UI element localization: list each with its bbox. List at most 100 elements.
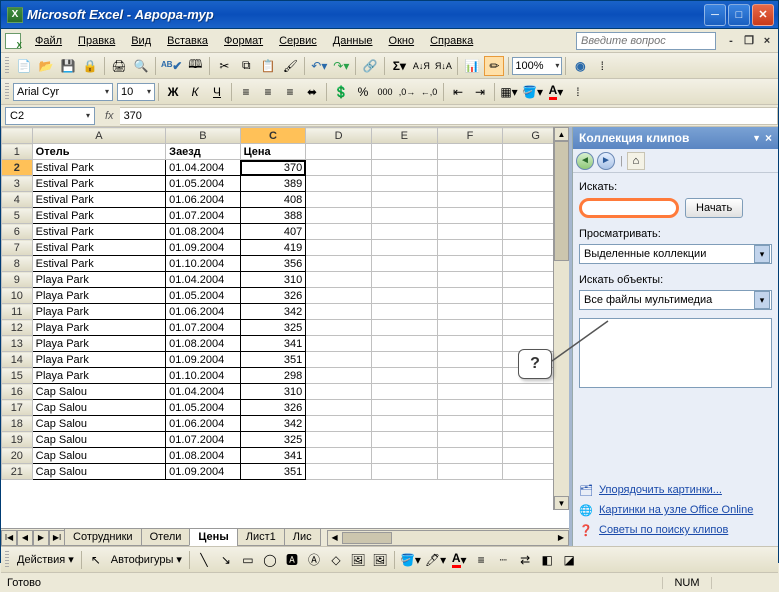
cell[interactable]: Playa Park <box>32 304 166 320</box>
line-icon[interactable]: ╲ <box>194 550 214 570</box>
font-name-combo[interactable]: Arial Cyr <box>13 83 113 101</box>
nav-forward-icon[interactable]: ► <box>597 152 615 170</box>
scroll-thumb[interactable] <box>342 532 392 544</box>
shadow-icon[interactable]: ◧ <box>537 550 557 570</box>
cell[interactable]: Estival Park <box>32 256 166 272</box>
borders-icon[interactable]: ▦▾ <box>499 82 519 102</box>
col-header-d[interactable]: D <box>306 128 372 144</box>
search-button[interactable]: Начать <box>685 198 743 218</box>
cut-icon[interactable]: ✂ <box>214 56 234 76</box>
cell[interactable]: Playa Park <box>32 368 166 384</box>
formula-input[interactable]: 370 <box>120 107 778 125</box>
row-header[interactable]: 13 <box>2 336 33 352</box>
menu-insert[interactable]: Вставка <box>159 33 216 49</box>
cell[interactable] <box>371 384 437 400</box>
scroll-up-icon[interactable]: ▲ <box>554 127 569 141</box>
percent-icon[interactable]: % <box>353 82 373 102</box>
cell[interactable] <box>371 288 437 304</box>
fx-icon[interactable]: fx <box>105 110 114 122</box>
font-color-icon[interactable]: А▾ <box>449 550 469 570</box>
cell[interactable] <box>306 240 372 256</box>
ask-a-question[interactable] <box>576 32 716 50</box>
cell[interactable]: 356 <box>240 256 306 272</box>
row-header[interactable]: 12 <box>2 320 33 336</box>
row-header[interactable]: 10 <box>2 288 33 304</box>
cell[interactable]: Заезд <box>166 144 240 160</box>
menu-help[interactable]: Справка <box>422 33 481 49</box>
cell[interactable]: 01.06.2004 <box>166 192 240 208</box>
cell[interactable]: Playa Park <box>32 352 166 368</box>
doc-minimize-button[interactable]: - <box>724 34 738 48</box>
col-header-b[interactable]: B <box>166 128 240 144</box>
cell[interactable] <box>306 464 372 480</box>
toolbar-grip[interactable] <box>5 57 9 75</box>
font-size-combo[interactable]: 10 <box>117 83 155 101</box>
zoom-combo[interactable]: 100% <box>512 57 562 75</box>
sort-desc-icon[interactable]: Я↓А <box>433 56 453 76</box>
row-header[interactable]: 11 <box>2 304 33 320</box>
cell[interactable]: Estival Park <box>32 224 166 240</box>
drawing-toolbar-icon[interactable]: ✏ <box>484 56 504 76</box>
row-header[interactable]: 1 <box>2 144 33 160</box>
cell[interactable] <box>371 144 437 160</box>
row-header[interactable]: 19 <box>2 432 33 448</box>
cell[interactable]: 407 <box>240 224 306 240</box>
cell[interactable] <box>371 192 437 208</box>
select-objects-icon[interactable]: ↖ <box>86 550 106 570</box>
line-style-icon[interactable]: ≡ <box>471 550 491 570</box>
cell[interactable]: 408 <box>240 192 306 208</box>
cell[interactable]: 01.10.2004 <box>166 368 240 384</box>
cell[interactable]: Estival Park <box>32 240 166 256</box>
cell[interactable]: Playa Park <box>32 336 166 352</box>
cell[interactable] <box>437 432 503 448</box>
autosum-icon[interactable]: Σ▾ <box>389 56 409 76</box>
save-icon[interactable]: 💾 <box>58 56 78 76</box>
italic-icon[interactable]: К <box>185 82 205 102</box>
scroll-thumb[interactable] <box>554 141 569 261</box>
arrow-icon[interactable]: ↘ <box>216 550 236 570</box>
cell[interactable]: 01.09.2004 <box>166 352 240 368</box>
cell[interactable] <box>371 416 437 432</box>
cell[interactable]: 01.07.2004 <box>166 320 240 336</box>
cell[interactable] <box>437 192 503 208</box>
cell[interactable] <box>371 256 437 272</box>
link-office-online[interactable]: 🌐Картинки на узле Office Online <box>579 500 772 520</box>
cell[interactable] <box>371 176 437 192</box>
three-d-icon[interactable]: ◪ <box>559 550 579 570</box>
cell[interactable]: 342 <box>240 416 306 432</box>
cell[interactable]: 01.05.2004 <box>166 400 240 416</box>
paste-icon[interactable]: 📋 <box>258 56 278 76</box>
cell[interactable]: 01.04.2004 <box>166 384 240 400</box>
maximize-button[interactable]: □ <box>728 4 750 26</box>
cell[interactable] <box>437 368 503 384</box>
cell[interactable]: 310 <box>240 384 306 400</box>
cell[interactable] <box>371 336 437 352</box>
cell[interactable]: 01.04.2004 <box>166 272 240 288</box>
print-icon[interactable]: 🖨 <box>109 56 129 76</box>
cell[interactable]: Цена <box>240 144 306 160</box>
rectangle-icon[interactable]: ▭ <box>238 550 258 570</box>
redo-icon[interactable]: ↷▾ <box>331 56 351 76</box>
increase-decimal-icon[interactable]: ,0→ <box>397 82 417 102</box>
cell[interactable] <box>306 448 372 464</box>
cell[interactable] <box>371 432 437 448</box>
cell[interactable]: 01.06.2004 <box>166 416 240 432</box>
cell[interactable] <box>437 208 503 224</box>
row-header[interactable]: 17 <box>2 400 33 416</box>
dash-style-icon[interactable]: ┈ <box>493 550 513 570</box>
cell[interactable] <box>371 464 437 480</box>
row-header[interactable]: 4 <box>2 192 33 208</box>
toolbar-grip[interactable] <box>5 551 9 569</box>
menu-window[interactable]: Окно <box>381 33 423 49</box>
cell[interactable] <box>437 160 503 176</box>
row-header[interactable]: 9 <box>2 272 33 288</box>
ask-input[interactable] <box>576 32 716 50</box>
merge-center-icon[interactable]: ⬌ <box>302 82 322 102</box>
cell[interactable]: 310 <box>240 272 306 288</box>
cell[interactable] <box>306 400 372 416</box>
cell[interactable] <box>437 400 503 416</box>
cell[interactable] <box>371 224 437 240</box>
cell[interactable] <box>306 192 372 208</box>
cell[interactable]: 389 <box>240 176 306 192</box>
cell[interactable]: 419 <box>240 240 306 256</box>
